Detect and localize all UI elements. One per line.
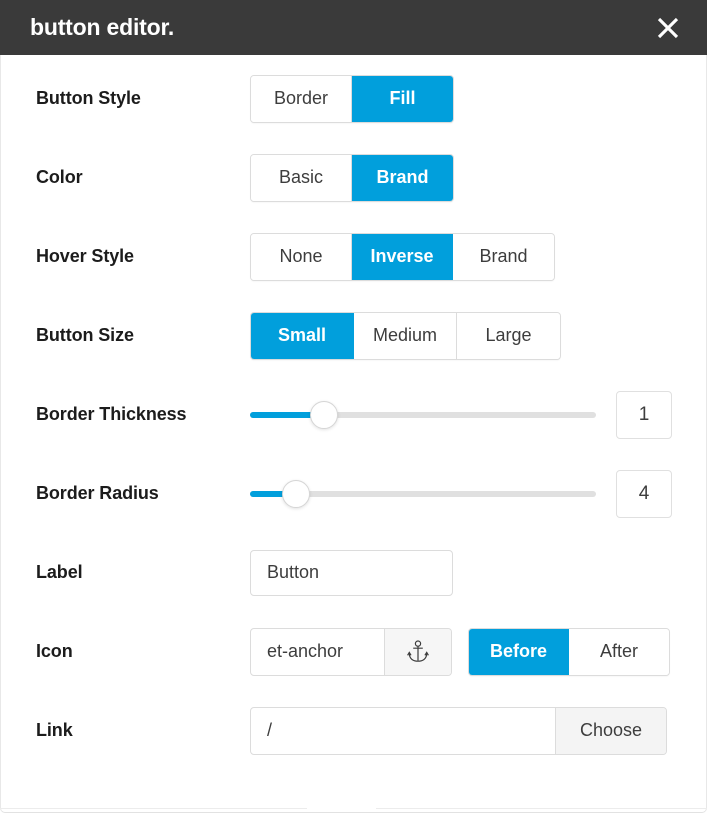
label-button-size: Button Size [36, 325, 134, 345]
modal-body: Button Style Border Fill Color Basic Bra… [0, 55, 707, 813]
link-input[interactable]: / [251, 707, 556, 754]
row-hover-style: Hover Style None Inverse Brand [1, 217, 706, 296]
label-icon: Icon [36, 641, 73, 661]
segmented-icon-position: Before After [468, 627, 670, 676]
label-border-radius: Border Radius [36, 483, 159, 503]
panel-edge-left [0, 808, 307, 813]
icon-name-input[interactable]: et-anchor [251, 628, 385, 675]
label-hover-style: Hover Style [36, 246, 134, 266]
row-border-thickness: Border Thickness 1 [1, 375, 706, 454]
label-label-field: Label [36, 562, 83, 582]
label-link: Link [36, 720, 73, 740]
row-icon: Icon et-anchor Before After [1, 612, 706, 691]
value-border-radius[interactable]: 4 [616, 469, 672, 518]
row-button-style: Button Style Border Fill [1, 59, 706, 138]
segment-icon-after[interactable]: After [569, 628, 669, 675]
slider-handle-border-thickness[interactable] [309, 400, 338, 429]
control-button-size: Small Medium Large [250, 311, 706, 360]
slider-handle-border-radius[interactable] [281, 479, 310, 508]
button-editor-modal: button editor. Button Style Border Fill [0, 0, 707, 813]
anchor-icon [405, 639, 431, 665]
segment-size-medium[interactable]: Medium [354, 312, 457, 359]
close-button[interactable] [651, 11, 685, 45]
control-label-field: Button [250, 549, 706, 596]
label-color: Color [36, 167, 83, 187]
segmented-color: Basic Brand [250, 153, 454, 202]
segmented-button-size: Small Medium Large [250, 311, 561, 360]
label-border-thickness: Border Thickness [36, 404, 187, 424]
panel-edge-right [376, 808, 707, 813]
row-border-radius: Border Radius 4 [1, 454, 706, 533]
control-icon: et-anchor Before After [250, 627, 706, 676]
label-button-style: Button Style [36, 88, 141, 108]
segment-hover-none[interactable]: None [251, 233, 352, 280]
row-link: Link / Choose [1, 691, 706, 770]
segment-hover-inverse[interactable]: Inverse [352, 233, 453, 280]
page-title: button editor. [30, 14, 175, 40]
segment-size-large[interactable]: Large [457, 312, 560, 359]
icon-field: et-anchor [250, 627, 452, 676]
control-link: / Choose [250, 706, 706, 755]
segmented-hover-style: None Inverse Brand [250, 232, 555, 281]
modal-header: button editor. [0, 0, 707, 55]
link-field: / Choose [250, 706, 667, 755]
close-icon [657, 17, 679, 39]
label-input[interactable]: Button [250, 549, 453, 596]
row-label-field: Label Button [1, 533, 706, 612]
segment-button-style-fill[interactable]: Fill [352, 75, 453, 122]
row-button-size: Button Size Small Medium Large [1, 296, 706, 375]
segment-icon-before[interactable]: Before [469, 628, 569, 675]
icon-preview-button[interactable] [385, 628, 451, 675]
control-color: Basic Brand [250, 153, 706, 202]
control-hover-style: None Inverse Brand [250, 232, 706, 281]
slider-border-thickness[interactable] [250, 392, 596, 438]
segment-hover-brand[interactable]: Brand [453, 233, 554, 280]
control-border-thickness: 1 [250, 390, 706, 439]
value-border-thickness[interactable]: 1 [616, 390, 672, 439]
segment-button-style-border[interactable]: Border [251, 75, 352, 122]
segment-size-small[interactable]: Small [251, 312, 354, 359]
control-button-style: Border Fill [250, 74, 706, 123]
control-border-radius: 4 [250, 469, 706, 518]
row-color: Color Basic Brand [1, 138, 706, 217]
segmented-button-style: Border Fill [250, 74, 454, 123]
choose-button[interactable]: Choose [556, 707, 666, 754]
segment-color-basic[interactable]: Basic [251, 154, 352, 201]
segment-color-brand[interactable]: Brand [352, 154, 453, 201]
slider-border-radius[interactable] [250, 471, 596, 517]
